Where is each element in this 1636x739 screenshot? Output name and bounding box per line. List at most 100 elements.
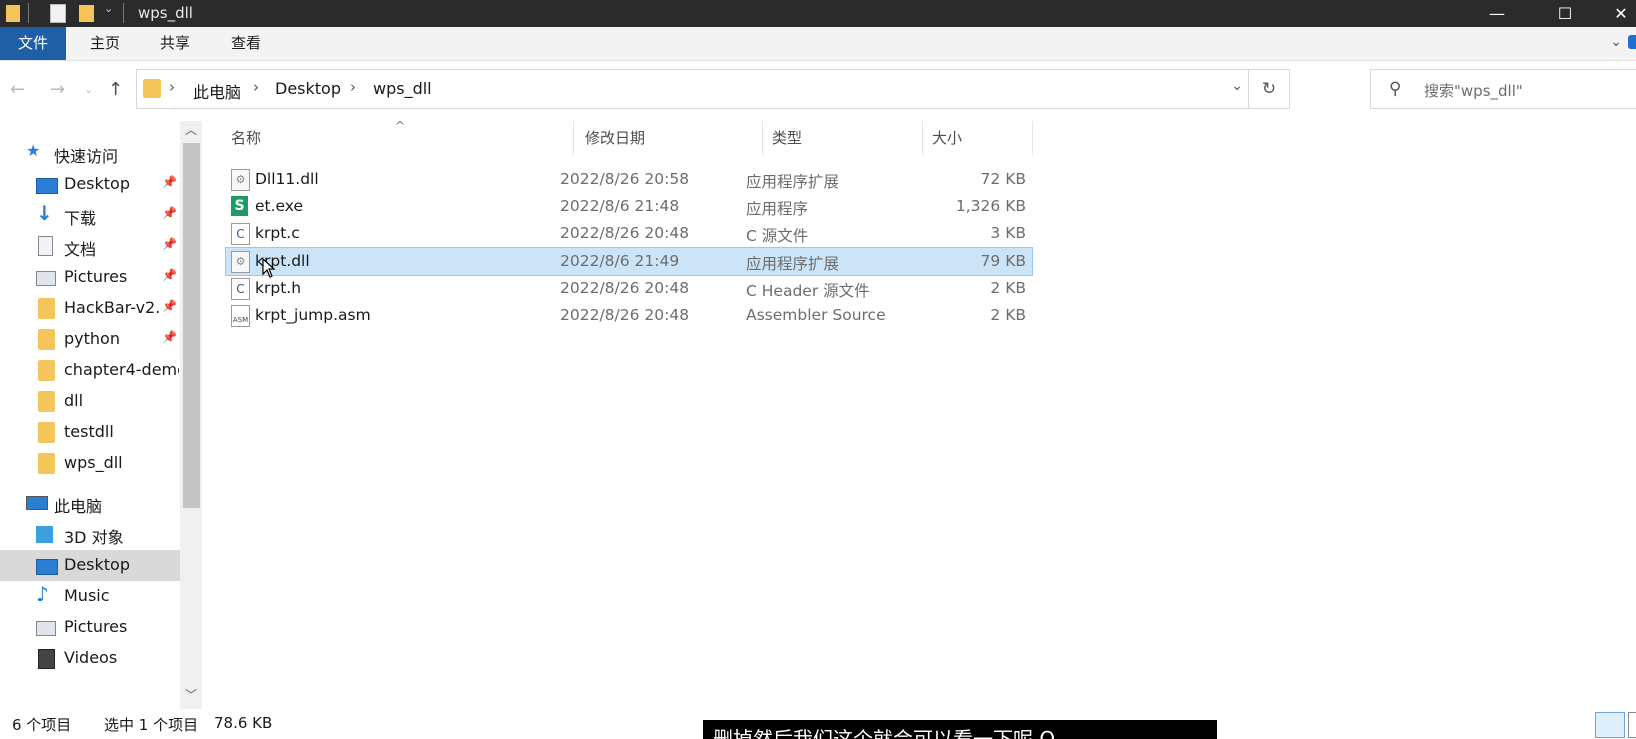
file-row[interactable]: ASM krpt_jump.asm 2022/8/26 20:48 Assemb… <box>226 302 1032 329</box>
scroll-up-icon[interactable]: ︿ <box>180 121 202 141</box>
file-size: 72 KB <box>980 170 1026 188</box>
file-size: 2 KB <box>990 279 1026 297</box>
file-date: 2022/8/6 21:49 <box>560 252 680 270</box>
pin-icon: 📌 <box>162 175 177 189</box>
folder-icon <box>38 298 55 319</box>
sidebar-item-quick-access[interactable]: ★ 快速访问 <box>0 138 180 169</box>
folder-icon <box>38 422 55 443</box>
sidebar-item-desktop[interactable]: Desktop 📌 <box>0 169 180 200</box>
folder-icon <box>6 5 20 22</box>
subtitle-text: 删掉然后我们这个就会可以看一下呢 O <box>713 727 1056 739</box>
sidebar-item-downloads[interactable]: ↓ 下载 📌 <box>0 200 180 231</box>
file-date: 2022/8/26 20:48 <box>560 306 690 324</box>
properties-icon[interactable] <box>50 4 66 23</box>
file-size: 79 KB <box>980 252 1026 270</box>
quick-access-dropdown-icon[interactable]: ⌄ <box>104 2 113 22</box>
search-input[interactable]: ⚲ 搜索"wps_dll" <box>1370 69 1636 109</box>
pictures-icon <box>36 271 56 286</box>
sidebar-item-label: 3D 对象 <box>64 528 124 547</box>
sidebar-item-wps-dll[interactable]: wps_dll <box>0 448 180 479</box>
column-header-label: 大小 <box>932 129 963 147</box>
pin-icon: 📌 <box>162 330 177 344</box>
file-type: Assembler Source <box>746 306 886 324</box>
breadcrumb-this-pc[interactable]: 此电脑 <box>193 79 241 103</box>
folder-icon <box>38 360 55 381</box>
breadcrumb-separator[interactable]: › <box>350 78 356 96</box>
scroll-down-icon[interactable]: ﹀ <box>180 686 202 706</box>
column-header-size[interactable]: 大小 <box>928 121 1033 155</box>
sidebar-item-this-pc[interactable]: 此电脑 <box>0 488 180 519</box>
folder-icon <box>38 391 55 412</box>
sidebar-item-dll[interactable]: dll <box>0 386 180 417</box>
sidebar-item-desktop-pc[interactable]: Desktop <box>0 550 180 581</box>
file-row[interactable]: C krpt.h 2022/8/26 20:48 C Header 源文件 2 … <box>226 275 1032 302</box>
column-header-date[interactable]: 修改日期 <box>581 121 763 155</box>
search-placeholder: 搜索"wps_dll" <box>1424 82 1523 100</box>
star-icon: ★ <box>26 141 41 160</box>
tab-view[interactable]: 查看 <box>221 27 271 60</box>
scrollbar-thumb[interactable] <box>183 143 200 508</box>
file-row[interactable]: S et.exe 2022/8/6 21:48 应用程序 1,326 KB <box>226 193 1032 220</box>
forward-arrow-icon[interactable]: → <box>50 79 65 100</box>
sidebar-item-hackbar[interactable]: HackBar-v2. 📌 <box>0 293 180 324</box>
separator <box>28 3 29 23</box>
recent-locations-chevron-icon[interactable]: ⌄ <box>84 83 93 96</box>
back-arrow-icon[interactable]: ← <box>10 79 25 100</box>
file-size: 2 KB <box>990 306 1026 324</box>
address-dropdown-chevron-icon[interactable]: ⌄ <box>1231 78 1243 94</box>
sidebar-item-pictures[interactable]: Pictures 📌 <box>0 262 180 293</box>
file-name: krpt.h <box>255 279 302 297</box>
file-row[interactable]: ⚙ Dll11.dll 2022/8/26 20:58 应用程序扩展 72 KB <box>226 166 1032 193</box>
sidebar-item-chapter4-demo[interactable]: chapter4-demo <box>0 355 180 386</box>
breadcrumb-separator[interactable]: › <box>169 78 175 96</box>
minimize-button[interactable]: — <box>1474 0 1520 27</box>
expand-ribbon-icon[interactable]: ⌄ <box>1610 34 1622 50</box>
column-header-label: 类型 <box>772 129 803 147</box>
sidebar-item-pictures-pc[interactable]: Pictures <box>0 612 180 643</box>
desktop-icon <box>36 178 58 194</box>
file-type: 应用程序扩展 <box>746 173 840 191</box>
file-date: 2022/8/26 20:48 <box>560 224 690 242</box>
c-file-icon: C <box>231 278 250 300</box>
search-icon: ⚲ <box>1389 79 1402 99</box>
column-header-label: 名称 <box>231 129 262 147</box>
folder-icon <box>38 453 55 474</box>
folder-icon <box>143 79 161 98</box>
details-view-icon[interactable] <box>1595 712 1625 738</box>
file-row-selected[interactable]: ⚙ krpt.dll 2022/8/6 21:49 应用程序扩展 79 KB <box>225 247 1033 276</box>
breadcrumb-separator[interactable]: › <box>253 78 259 96</box>
item-count: 6 个项目 <box>12 716 72 734</box>
download-arrow-icon: ↓ <box>36 201 53 225</box>
file-row[interactable]: C krpt.c 2022/8/26 20:48 C 源文件 3 KB <box>226 220 1032 247</box>
sidebar-item-label: 此电脑 <box>54 497 103 516</box>
close-button[interactable]: ✕ <box>1598 0 1636 27</box>
file-size: 1,326 KB <box>955 197 1026 215</box>
up-arrow-icon[interactable]: ↑ <box>108 79 123 100</box>
new-folder-icon[interactable] <box>79 5 94 22</box>
tab-share[interactable]: 共享 <box>150 27 200 60</box>
sidebar-item-music[interactable]: ♪ Music <box>0 581 180 612</box>
refresh-icon[interactable]: ↻ <box>1248 70 1289 108</box>
breadcrumb-wps-dll[interactable]: wps_dll <box>373 79 432 98</box>
column-header-type[interactable]: 类型 <box>768 121 923 155</box>
maximize-button[interactable]: ☐ <box>1542 0 1588 27</box>
tab-home[interactable]: 主页 <box>80 27 130 60</box>
sidebar-item-python[interactable]: python 📌 <box>0 324 180 355</box>
desktop-icon <box>36 559 58 575</box>
document-icon <box>38 236 53 256</box>
file-name: krpt.c <box>255 224 300 242</box>
file-type: 应用程序扩展 <box>746 255 840 273</box>
help-icon[interactable] <box>1628 35 1636 49</box>
3d-objects-icon <box>36 526 53 543</box>
tab-file[interactable]: 文件 <box>0 27 66 60</box>
sidebar-item-testdll[interactable]: testdll <box>0 417 180 448</box>
pin-icon: 📌 <box>162 268 177 282</box>
large-icons-view-icon[interactable] <box>1628 712 1636 738</box>
column-header-label: 修改日期 <box>585 129 646 147</box>
sidebar-item-label: dll <box>64 391 84 410</box>
breadcrumb-desktop[interactable]: Desktop <box>275 79 341 98</box>
sidebar-item-documents[interactable]: 文档 📌 <box>0 231 180 262</box>
sidebar-item-3d-objects[interactable]: 3D 对象 <box>0 519 180 550</box>
address-bar[interactable]: › 此电脑 › Desktop › wps_dll ⌄ ↻ <box>136 69 1290 109</box>
sidebar-item-videos[interactable]: Videos <box>0 643 180 674</box>
